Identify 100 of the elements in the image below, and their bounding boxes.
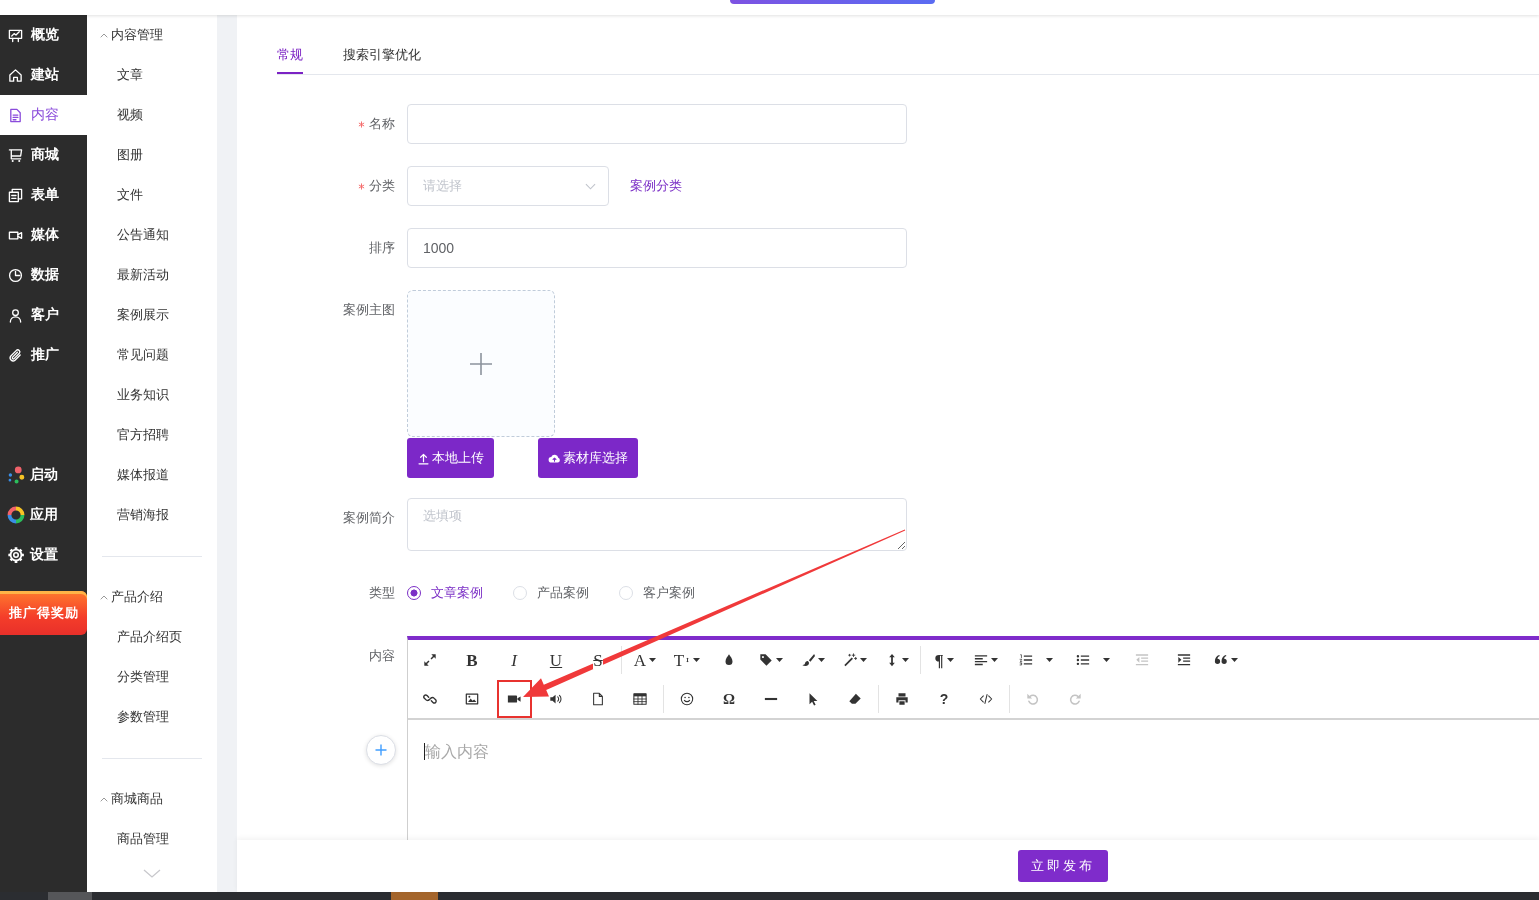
font-color-button[interactable]: A xyxy=(628,648,662,672)
eraser-icon xyxy=(848,692,862,706)
link-icon xyxy=(423,692,437,706)
font-size-button[interactable]: T xyxy=(670,648,704,672)
text-field[interactable] xyxy=(407,104,907,144)
submenu-item[interactable]: 最新活动 xyxy=(87,255,217,295)
align-left-icon xyxy=(974,653,988,667)
chevron-down-icon xyxy=(585,182,596,190)
nav-item[interactable]: 建站 xyxy=(0,55,87,95)
numbered-list-icon xyxy=(1019,653,1033,667)
submenu-item[interactable]: 图册 xyxy=(87,135,217,175)
field-label: 名称 xyxy=(369,115,395,133)
nav-item[interactable]: 启动 xyxy=(0,455,87,495)
home-icon xyxy=(8,67,23,83)
paperclip-icon xyxy=(8,347,23,363)
nav-item[interactable]: 商城 xyxy=(0,135,87,175)
promo-banner[interactable]: 推广得奖励 xyxy=(0,591,87,635)
tab[interactable]: 常规 xyxy=(277,40,303,74)
caret-icon xyxy=(902,658,909,662)
table-icon xyxy=(633,692,647,706)
caret-icon xyxy=(1046,658,1053,662)
submenu-item[interactable]: 营销海报 xyxy=(87,495,217,535)
magic-wand-icon xyxy=(843,653,857,667)
italic-button[interactable]: I xyxy=(501,648,527,672)
field-label: 案例主图 xyxy=(343,301,395,319)
paragraph-button[interactable]: ¶ xyxy=(927,648,961,672)
up-down-arrow-icon xyxy=(685,655,691,665)
field-label: 排序 xyxy=(369,239,395,257)
bullet-list-icon xyxy=(1076,653,1090,667)
upload-icon xyxy=(417,451,430,465)
submenu-item[interactable]: 案例展示 xyxy=(87,295,217,335)
colored-dots-icon xyxy=(7,466,25,484)
outdent-icon xyxy=(1135,653,1149,667)
submenu-item[interactable]: 参数管理 xyxy=(87,697,217,737)
summary-textarea[interactable]: 选填项 xyxy=(407,498,907,551)
field-label: 分类 xyxy=(369,177,395,195)
code-icon xyxy=(979,692,993,706)
help-button[interactable]: ? xyxy=(931,687,957,711)
submenu-item[interactable]: 视频 xyxy=(87,95,217,135)
radio-option[interactable]: 产品案例 xyxy=(513,584,589,602)
nav-item[interactable]: 客户 xyxy=(0,295,87,335)
document-icon xyxy=(8,107,23,123)
menu-group-title[interactable]: 产品介绍 xyxy=(111,588,163,606)
radio-option[interactable]: 客户案例 xyxy=(619,584,695,602)
caret-icon xyxy=(1231,658,1238,662)
printer-icon xyxy=(895,692,909,706)
form-icon xyxy=(8,187,23,203)
brush-icon xyxy=(801,653,815,667)
submenu-item[interactable]: 业务知识 xyxy=(87,375,217,415)
submenu-item[interactable]: 公告通知 xyxy=(87,215,217,255)
submenu-item[interactable]: 分类管理 xyxy=(87,657,217,697)
text-field[interactable]: 1000 xyxy=(407,228,907,268)
nav-item[interactable]: 设置 xyxy=(0,535,87,575)
redo-icon xyxy=(1068,692,1082,706)
caret-icon xyxy=(693,658,701,662)
plus-icon xyxy=(375,744,387,756)
radio-option[interactable]: 文章案例 xyxy=(407,584,483,602)
file-icon xyxy=(591,692,605,706)
user-icon xyxy=(8,307,23,323)
video-button[interactable] xyxy=(496,680,532,718)
nav-item[interactable]: 媒体 xyxy=(0,215,87,255)
caret-icon xyxy=(860,658,867,662)
caret-icon xyxy=(818,658,825,662)
submenu-item[interactable]: 商品管理 xyxy=(87,819,217,859)
publish-button[interactable]: 立即发布 xyxy=(1018,850,1108,882)
submenu-item[interactable]: 常见问题 xyxy=(87,335,217,375)
field-label: 案例简介 xyxy=(343,509,395,527)
library-select-button[interactable]: 素材库选择 xyxy=(538,438,638,478)
submenu-item[interactable]: 媒体报道 xyxy=(87,455,217,495)
nav-item[interactable]: 应用 xyxy=(0,495,87,535)
expand-icon xyxy=(423,653,437,667)
submenu-item[interactable]: 官方招聘 xyxy=(87,415,217,455)
bold-button[interactable]: B xyxy=(459,648,485,672)
tag-icon xyxy=(759,653,773,667)
plus-icon xyxy=(469,351,493,376)
nav-item[interactable]: 数据 xyxy=(0,255,87,295)
caret-icon xyxy=(776,658,783,662)
caret-icon xyxy=(1103,658,1110,662)
nav-item[interactable]: 内容 xyxy=(0,95,87,135)
pie-chart-icon xyxy=(8,267,23,283)
color-ring-icon xyxy=(7,506,25,524)
category-link[interactable]: 案例分类 xyxy=(630,177,682,195)
menu-group-title[interactable]: 商城商品 xyxy=(111,790,163,808)
symbol-button[interactable]: Ω xyxy=(716,687,742,711)
submenu-item[interactable]: 文件 xyxy=(87,175,217,215)
nav-item[interactable]: 推广 xyxy=(0,335,87,375)
caret-icon xyxy=(991,658,998,662)
promo-text: 推广得奖励 xyxy=(8,604,79,622)
nav-item[interactable]: 概览 xyxy=(0,15,87,55)
caret-icon xyxy=(649,658,657,662)
undo-icon xyxy=(1026,692,1040,706)
menu-group-title[interactable]: 内容管理 xyxy=(111,26,163,44)
quote-icon xyxy=(1214,653,1228,667)
local-upload-button[interactable]: 本地上传 xyxy=(407,438,494,478)
nav-item[interactable]: 表单 xyxy=(0,175,87,215)
tab[interactable]: 搜索引擎优化 xyxy=(343,40,421,74)
submenu-item[interactable]: 文章 xyxy=(87,55,217,95)
underline-button[interactable]: U xyxy=(543,648,569,672)
submenu-item[interactable]: 产品介绍页 xyxy=(87,617,217,657)
cart-icon xyxy=(8,147,23,163)
